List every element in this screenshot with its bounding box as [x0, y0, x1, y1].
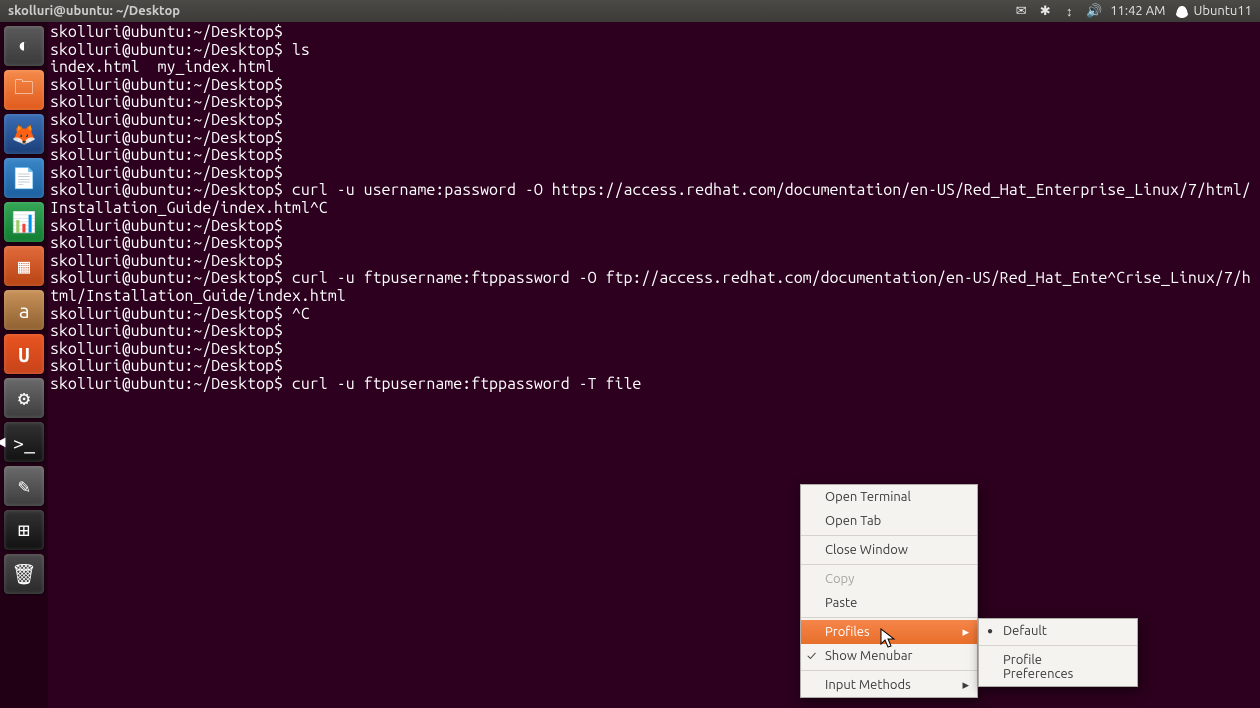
- menu-item-label: Close Window: [825, 543, 908, 557]
- terminal-prompt: skolluri@ubuntu:~/Desktop$: [50, 217, 283, 235]
- volume-icon[interactable]: 🔊: [1086, 4, 1100, 19]
- ctx-profiles-default[interactable]: ● Default: [979, 619, 1137, 643]
- terminal-prompt: skolluri@ubuntu:~/Desktop$: [50, 181, 283, 199]
- bluetooth-icon[interactable]: ✱: [1038, 4, 1052, 19]
- terminal-prompt: skolluri@ubuntu:~/Desktop$: [50, 93, 283, 111]
- menu-item-label: Default: [1003, 624, 1047, 638]
- terminal-prompt: skolluri@ubuntu:~/Desktop$: [50, 76, 283, 94]
- terminal-context-menu: Open Terminal Open Tab Close Window Copy Pas…: [800, 484, 978, 698]
- terminal-output: index.html my_index.html: [50, 58, 274, 76]
- launcher-writer-icon[interactable]: 📄: [4, 158, 44, 198]
- launcher-files-icon[interactable]: 🗀: [4, 70, 44, 110]
- terminal-prompt: skolluri@ubuntu:~/Desktop$: [50, 322, 283, 340]
- terminal-prompt: skolluri@ubuntu:~/Desktop$: [50, 129, 283, 147]
- terminal-prompt: skolluri@ubuntu:~/Desktop$: [50, 111, 283, 129]
- launcher-dash-icon[interactable]: ◐: [4, 26, 44, 66]
- session-menu[interactable]: Ubuntu11: [1175, 4, 1252, 18]
- ctx-separator: [801, 564, 977, 565]
- terminal-command: ^C: [283, 305, 310, 323]
- menu-item-label: Copy: [825, 572, 854, 586]
- chevron-right-icon: ▸: [962, 678, 969, 693]
- launcher-amazon-icon[interactable]: a: [4, 290, 44, 330]
- ctx-separator: [801, 670, 977, 671]
- top-panel: skolluri@ubuntu: ~/Desktop ✉ ✱ ↕ 🔊 11:42…: [0, 0, 1260, 22]
- launcher-software-icon[interactable]: U: [4, 334, 44, 374]
- launcher-trash-icon[interactable]: 🗑: [4, 554, 44, 594]
- indicator-area: ✉ ✱ ↕ 🔊 11:42 AM Ubuntu11: [1014, 4, 1252, 19]
- menu-item-label: Open Terminal: [825, 490, 911, 504]
- ctx-separator: [801, 617, 977, 618]
- terminal-command: ls: [283, 41, 310, 59]
- terminal-prompt: skolluri@ubuntu:~/Desktop$: [50, 41, 283, 59]
- launcher-calc-icon[interactable]: 📊: [4, 202, 44, 242]
- mail-icon[interactable]: ✉: [1014, 4, 1028, 19]
- ctx-open-tab[interactable]: Open Tab: [801, 509, 977, 533]
- terminal-prompt: skolluri@ubuntu:~/Desktop$: [50, 146, 283, 164]
- terminal-prompt: skolluri@ubuntu:~/Desktop$: [50, 23, 283, 41]
- user-label: Ubuntu11: [1193, 4, 1252, 18]
- terminal-command: curl -u ftpusername:ftppassword -T file: [283, 375, 641, 393]
- menu-item-label: Profiles: [825, 625, 870, 639]
- profiles-submenu: ● Default Profile Preferences: [978, 618, 1138, 687]
- terminal-prompt: skolluri@ubuntu:~/Desktop$: [50, 305, 283, 323]
- menu-item-label: Input Methods: [825, 678, 911, 692]
- ctx-open-terminal[interactable]: Open Terminal: [801, 485, 977, 509]
- ctx-paste[interactable]: Paste: [801, 591, 977, 615]
- terminal-prompt: skolluri@ubuntu:~/Desktop$: [50, 269, 283, 287]
- launcher-impress-icon[interactable]: ▦: [4, 246, 44, 286]
- terminal-prompt: skolluri@ubuntu:~/Desktop$: [50, 340, 283, 358]
- ctx-separator: [801, 535, 977, 536]
- terminal-prompt: skolluri@ubuntu:~/Desktop$: [50, 375, 283, 393]
- launcher-terminal-icon[interactable]: >_: [4, 422, 44, 462]
- ctx-input-methods[interactable]: Input Methods ▸: [801, 673, 977, 697]
- ctx-profiles-profile-preferences[interactable]: Profile Preferences: [979, 648, 1137, 686]
- launcher-editor-icon[interactable]: ✎: [4, 466, 44, 506]
- radio-icon: ●: [987, 625, 993, 637]
- menu-item-label: Profile Preferences: [1003, 653, 1115, 681]
- clock[interactable]: 11:42 AM: [1110, 4, 1165, 18]
- ctx-close-window[interactable]: Close Window: [801, 538, 977, 562]
- terminal-prompt: skolluri@ubuntu:~/Desktop$: [50, 164, 283, 182]
- launcher-workspaces-icon[interactable]: ⊞: [4, 510, 44, 550]
- user-icon: [1175, 4, 1189, 18]
- check-icon: ✓: [807, 649, 816, 663]
- terminal[interactable]: skolluri@ubuntu:~/Desktop$ skolluri@ubun…: [48, 22, 1260, 708]
- menu-item-label: Paste: [825, 596, 857, 610]
- menu-item-label: Open Tab: [825, 514, 881, 528]
- ctx-profiles-separator: [979, 645, 1137, 646]
- launcher: ◐🗀🦊📄📊▦aU⚙>_✎⊞🗑: [0, 22, 48, 708]
- chevron-right-icon: ▸: [962, 625, 969, 640]
- terminal-prompt: skolluri@ubuntu:~/Desktop$: [50, 252, 283, 270]
- ctx-copy: Copy: [801, 567, 977, 591]
- menu-item-label: Show Menubar: [825, 649, 912, 663]
- network-icon[interactable]: ↕: [1062, 4, 1076, 19]
- window-title: skolluri@ubuntu: ~/Desktop: [8, 4, 180, 18]
- launcher-firefox-icon[interactable]: 🦊: [4, 114, 44, 154]
- terminal-prompt: skolluri@ubuntu:~/Desktop$: [50, 234, 283, 252]
- terminal-prompt: skolluri@ubuntu:~/Desktop$: [50, 357, 283, 375]
- launcher-settings-icon[interactable]: ⚙: [4, 378, 44, 418]
- mouse-cursor-icon: [880, 628, 896, 650]
